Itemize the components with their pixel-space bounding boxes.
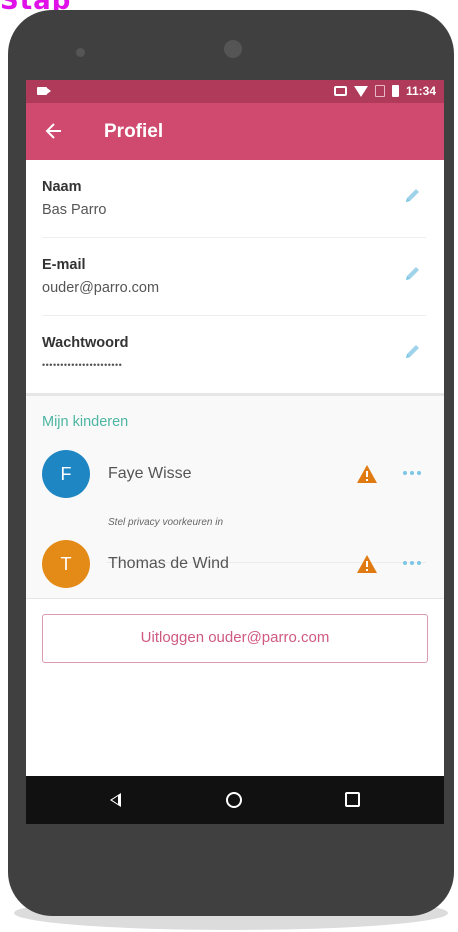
section-heading: Mijn kinderen — [42, 414, 129, 430]
page-heading-fragment: Stap — [0, 0, 72, 16]
field-value: •••••••••••••••••••••• — [42, 360, 123, 370]
field-label: E-mail — [42, 257, 86, 273]
page-title: Profiel — [104, 121, 164, 142]
warning-icon[interactable] — [356, 464, 378, 484]
video-icon — [37, 87, 51, 95]
cast-icon — [333, 86, 347, 96]
no-sim-icon — [374, 85, 385, 97]
privacy-note[interactable]: Stel privacy voorkeuren in — [108, 517, 223, 528]
logout-button[interactable]: Uitloggen ouder@parro.com — [42, 614, 428, 663]
field-label: Wachtwoord — [42, 335, 129, 351]
pencil-icon[interactable] — [402, 342, 422, 362]
status-time: 11:34 — [405, 84, 436, 98]
avatar: F — [42, 450, 90, 498]
phone-frame: 11:34 Profiel Naam Bas Parro E-mail oude… — [8, 10, 454, 916]
recents-square-icon[interactable] — [345, 792, 360, 807]
child-name: Faye Wisse — [108, 465, 192, 482]
field-label: Naam — [42, 179, 82, 195]
status-bar: 11:34 — [26, 80, 444, 103]
field-value: ouder@parro.com — [42, 280, 160, 296]
kids-section: Mijn kinderen F Faye Wisse Stel privacy … — [26, 396, 444, 598]
app-bar: Profiel — [26, 103, 444, 160]
arrow-left-icon[interactable] — [44, 121, 64, 141]
front-camera — [224, 40, 242, 58]
sensor-dot — [76, 48, 85, 57]
battery-icon — [391, 85, 399, 97]
pencil-icon[interactable] — [402, 264, 422, 284]
field-password: Wachtwoord •••••••••••••••••••••• — [42, 316, 426, 393]
back-triangle-icon[interactable] — [110, 793, 121, 807]
logout-section: Uitloggen ouder@parro.com — [26, 598, 444, 669]
pencil-icon[interactable] — [402, 186, 422, 206]
field-value: Bas Parro — [42, 202, 107, 218]
avatar: T — [42, 540, 90, 588]
child-item-thomas[interactable]: T Thomas de Wind — [26, 540, 444, 600]
phone-screen: 11:34 Profiel Naam Bas Parro E-mail oude… — [26, 80, 444, 824]
wifi-icon — [353, 85, 368, 97]
system-nav-bar — [26, 776, 444, 824]
child-name: Thomas de Wind — [108, 555, 229, 572]
field-name: Naam Bas Parro — [42, 160, 426, 238]
child-item-faye[interactable]: F Faye Wisse Stel privacy voorkeuren in — [26, 450, 444, 563]
status-icons: 11:34 — [333, 84, 436, 98]
more-options-icon[interactable] — [403, 471, 421, 475]
warning-icon[interactable] — [356, 554, 378, 574]
more-options-icon[interactable] — [403, 561, 421, 565]
home-circle-icon[interactable] — [226, 792, 242, 808]
profile-fields: Naam Bas Parro E-mail ouder@parro.com Wa… — [26, 160, 444, 393]
field-email: E-mail ouder@parro.com — [42, 238, 426, 316]
